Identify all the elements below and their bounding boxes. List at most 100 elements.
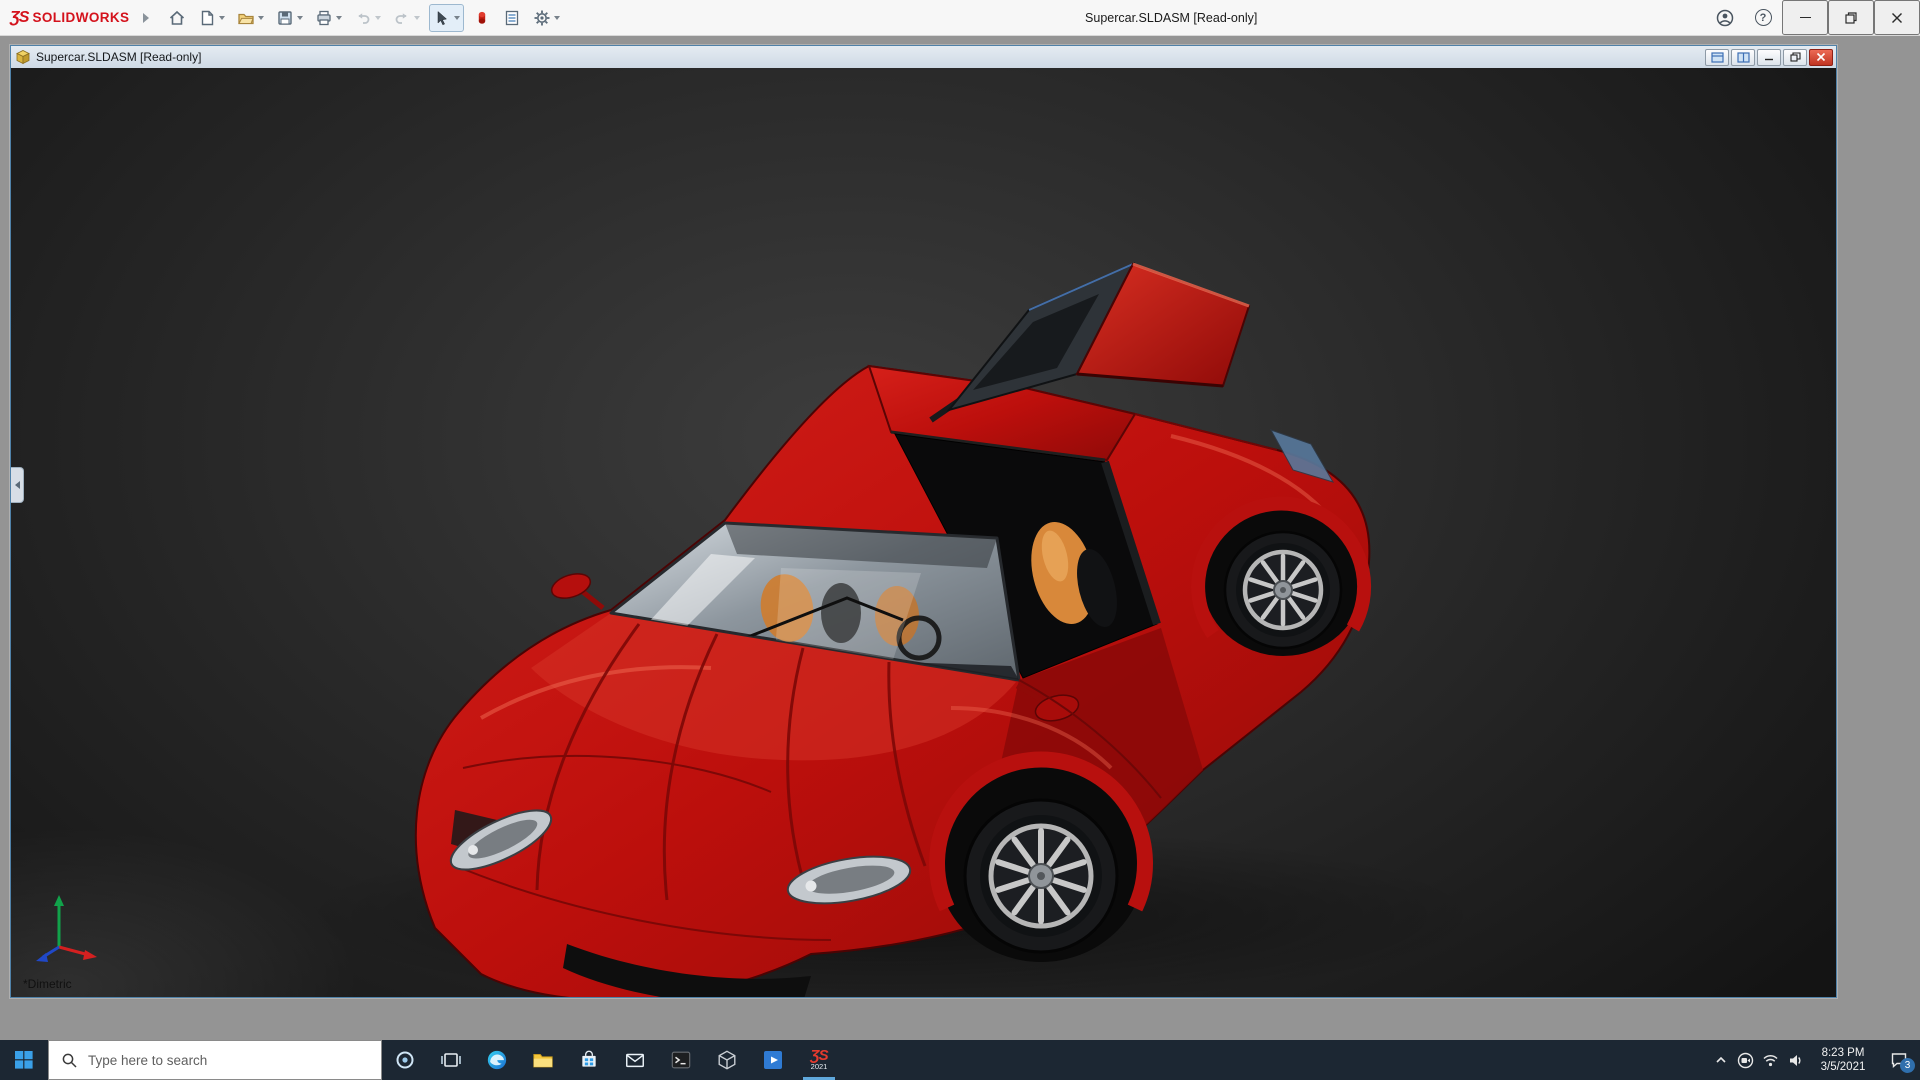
doc-window-pane-button-2[interactable] [1731, 49, 1755, 66]
home-button[interactable] [165, 4, 189, 32]
taskbar-mail-button[interactable] [612, 1040, 658, 1080]
edge-browser-icon [486, 1049, 508, 1071]
file-explorer-icon [532, 1049, 554, 1071]
open-dropdown-icon[interactable] [258, 16, 264, 20]
options-dropdown-icon[interactable] [554, 16, 560, 20]
taskbar-task-view-button[interactable] [428, 1040, 474, 1080]
tray-meet-now-button[interactable] [1733, 1040, 1758, 1080]
app-titlebar: ƷS SOLIDWORKS [0, 0, 1920, 36]
minimize-icon [1800, 17, 1811, 19]
taskbar-3d-viewer-button[interactable] [704, 1040, 750, 1080]
select-cursor-icon [433, 9, 451, 27]
gear-icon [533, 9, 551, 27]
redo-dropdown-icon[interactable] [414, 16, 420, 20]
menu-expand-arrow-icon[interactable] [143, 13, 149, 23]
solidworks-brand-text: SOLIDWORKS [32, 10, 129, 25]
search-input[interactable] [88, 1053, 338, 1068]
close-icon [1891, 12, 1903, 24]
doc-restore-button[interactable] [1783, 49, 1807, 66]
save-dropdown-icon[interactable] [297, 16, 303, 20]
print-button[interactable] [312, 4, 345, 32]
doc-restore-icon [1790, 52, 1801, 62]
select-tool-button[interactable] [429, 4, 464, 32]
3d-cube-icon [716, 1049, 738, 1071]
document-window-controls [1705, 49, 1833, 66]
solidworks-year-badge: 2021 [811, 1063, 828, 1071]
open-folder-icon [237, 9, 255, 27]
taskbar-store-button[interactable] [566, 1040, 612, 1080]
new-document-button[interactable] [195, 4, 228, 32]
clock-date: 3/5/2021 [1821, 1060, 1866, 1074]
options-button[interactable] [530, 4, 563, 32]
document-titlebar[interactable]: Supercar.SLDASM [Read-only] [11, 46, 1836, 68]
account-button[interactable] [1706, 0, 1744, 35]
graphics-viewport[interactable]: *Dimetric [11, 68, 1836, 997]
doc-close-button[interactable] [1809, 49, 1833, 66]
app-window-title: Supercar.SLDASM [Read-only] [1085, 11, 1257, 25]
speaker-icon [1787, 1052, 1804, 1069]
orientation-triad-icon [29, 887, 103, 967]
solidworks-logo-mark-icon: ƷS [10, 9, 28, 27]
print-dropdown-icon[interactable] [336, 16, 342, 20]
tray-show-hidden-button[interactable] [1708, 1040, 1733, 1080]
red-tool-button[interactable] [470, 4, 494, 32]
meet-now-icon [1737, 1052, 1754, 1069]
workspace: Supercar.SLDASM [Read-only] [0, 36, 1920, 1040]
clock-time: 8:23 PM [1822, 1046, 1865, 1060]
restore-icon [1845, 12, 1857, 24]
doc-minimize-button[interactable] [1757, 49, 1781, 66]
microsoft-store-icon [579, 1050, 599, 1070]
new-document-icon [198, 9, 216, 27]
select-tool-dropdown-icon[interactable] [454, 16, 460, 20]
command-prompt-icon [670, 1049, 692, 1071]
window-pane-icon [1711, 52, 1724, 63]
action-center-button[interactable]: 3 [1878, 1040, 1920, 1080]
car-3d-model[interactable] [11, 68, 1836, 997]
undo-button[interactable] [351, 4, 384, 32]
help-button[interactable]: ? [1744, 0, 1782, 35]
open-button[interactable] [234, 4, 267, 32]
save-button[interactable] [273, 4, 306, 32]
redo-button[interactable] [390, 4, 423, 32]
app-restore-button[interactable] [1828, 0, 1874, 35]
cortana-icon [395, 1050, 415, 1070]
undo-dropdown-icon[interactable] [375, 16, 381, 20]
view-orientation-label: *Dimetric [23, 977, 72, 991]
feature-tree-collapse-tab[interactable] [11, 467, 24, 503]
new-document-dropdown-icon[interactable] [219, 16, 225, 20]
print-icon [315, 9, 333, 27]
app-close-button[interactable] [1874, 0, 1920, 35]
solidworks-taskbar-icon: ƷS [810, 1049, 827, 1063]
tray-network-button[interactable] [1758, 1040, 1783, 1080]
document-title: Supercar.SLDASM [Read-only] [36, 50, 201, 64]
document-window: Supercar.SLDASM [Read-only] [10, 45, 1837, 998]
taskbar-terminal-button[interactable] [658, 1040, 704, 1080]
home-icon [168, 9, 186, 27]
media-play-icon [762, 1049, 784, 1071]
solidworks-app: ƷS SOLIDWORKS [0, 0, 1920, 1080]
taskbar-file-explorer-button[interactable] [520, 1040, 566, 1080]
doc-window-pane-button-1[interactable] [1705, 49, 1729, 66]
taskbar-solidworks-button[interactable]: ƷS 2021 [796, 1040, 842, 1080]
taskbar-cortana-button[interactable] [382, 1040, 428, 1080]
windows-taskbar: ƷS 2021 8:23 PM 3/5/2021 3 [0, 1040, 1920, 1080]
taskbar-clock[interactable]: 8:23 PM 3/5/2021 [1808, 1046, 1878, 1074]
doc-close-icon [1816, 52, 1826, 62]
start-button[interactable] [0, 1040, 48, 1080]
taskbar-media-app-button[interactable] [750, 1040, 796, 1080]
search-icon [61, 1052, 78, 1069]
chevron-left-icon [15, 481, 20, 489]
undo-icon [354, 9, 372, 27]
app-titlebar-right: ? [1706, 0, 1920, 35]
feature-manager-button[interactable] [500, 4, 524, 32]
taskbar-edge-button[interactable] [474, 1040, 520, 1080]
assembly-document-icon [15, 49, 31, 65]
mail-icon [624, 1049, 646, 1071]
account-icon [1715, 8, 1735, 28]
app-minimize-button[interactable] [1782, 0, 1828, 35]
tray-volume-button[interactable] [1783, 1040, 1808, 1080]
taskbar-search[interactable] [48, 1040, 382, 1080]
window-split-icon [1737, 52, 1750, 63]
windows-logo-icon [15, 1051, 33, 1069]
doc-minimize-icon [1764, 53, 1774, 61]
